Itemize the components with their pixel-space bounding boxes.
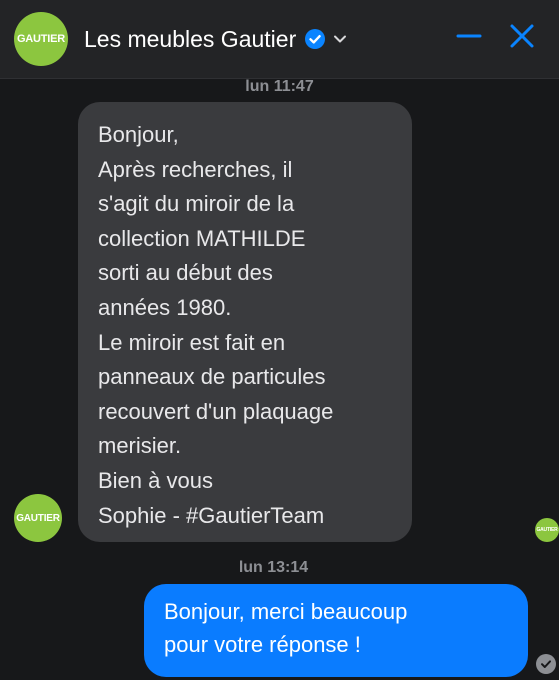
incoming-message-bubble[interactable]: Bonjour, Après recherches, il s'agit du … (78, 102, 412, 542)
conversation-title: Les meubles Gautier (84, 25, 297, 52)
message-line: merisier. (98, 433, 182, 459)
minimize-button[interactable] (452, 21, 486, 55)
message-line: Bonjour, (98, 122, 179, 147)
close-icon (508, 22, 536, 55)
chevron-down-icon (332, 31, 348, 47)
message-line: recouvert d'un plaquage (98, 398, 334, 424)
page-avatar[interactable]: GAUTIER (14, 12, 68, 66)
message-line: Bonjour, merci beaucoup (164, 599, 408, 624)
seen-indicator-avatar: GAUTIER (535, 518, 559, 542)
message-timestamp: lun 11:47 (245, 78, 314, 95)
verified-badge-icon (304, 28, 326, 50)
message-line: Le miroir est fait en (98, 329, 286, 355)
message-line: collection MATHILDE (98, 225, 306, 251)
message-line: Sophie - #GautierTeam (98, 502, 325, 528)
message-line: sorti au début des (98, 260, 273, 286)
message-line: années 1980. (98, 294, 232, 320)
message-line: Après recherches, il (98, 156, 293, 182)
message-line: s'agit du miroir de la (98, 191, 295, 217)
sent-check-icon (536, 654, 556, 674)
outgoing-message-bubble[interactable]: Bonjour, merci beaucoup pour votre répon… (144, 584, 528, 677)
message-line: panneaux de particules (98, 364, 326, 390)
sender-avatar[interactable]: GAUTIER (14, 494, 62, 542)
message-line: pour votre réponse ! (164, 632, 361, 657)
minimize-icon (455, 22, 483, 55)
chat-header: GAUTIER Les meubles Gautier (0, 0, 559, 79)
message-timestamp: lun 13:14 (238, 559, 309, 576)
conversation-title-menu[interactable]: Les meubles Gautier (84, 22, 348, 56)
message-line: Bien à vous (98, 467, 213, 493)
close-button[interactable] (505, 21, 539, 55)
